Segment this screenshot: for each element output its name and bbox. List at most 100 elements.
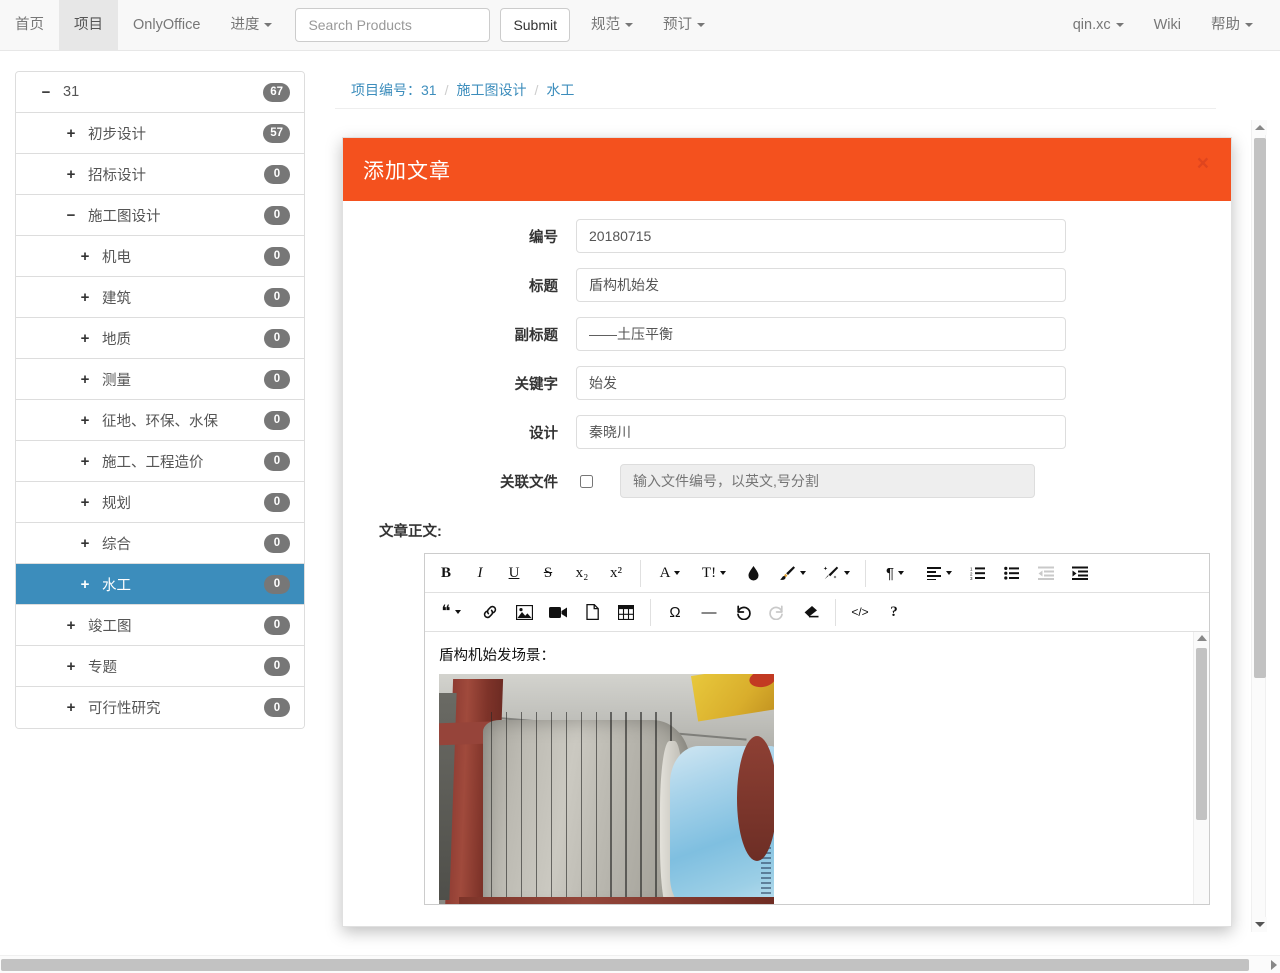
quote-icon[interactable]: ❝ <box>429 597 473 628</box>
nav-item-qin.xc[interactable]: qin.xc <box>1058 0 1139 50</box>
nav-item-首页[interactable]: 首页 <box>0 0 59 50</box>
scroll-right-arrow-icon[interactable] <box>1271 960 1277 970</box>
expand-icon[interactable]: + <box>78 454 92 469</box>
tree-item-13[interactable]: + 竣工图 0 <box>16 605 304 646</box>
project-tree-sidebar: −31 67 + 初步设计 57 + 招标设计 0− 施工图设计 0 + 机电 0 + 建筑 0 + 地质 0 + 测量… <box>15 71 305 729</box>
breadcrumb-item-0[interactable]: 项目编号：31 <box>351 80 437 100</box>
expand-icon[interactable]: + <box>78 249 92 264</box>
nav-item-规范[interactable]: 规范 <box>576 0 648 50</box>
search-input[interactable] <box>295 8 491 42</box>
background-color-icon[interactable] <box>770 558 814 589</box>
editor-content-area[interactable]: 盾构机始发场景： <box>425 632 1209 904</box>
expand-icon[interactable]: + <box>78 290 92 305</box>
paragraph-format-icon[interactable]: ¶ <box>873 558 917 589</box>
modal-scroll-down-button[interactable] <box>1252 917 1267 932</box>
form-input-4[interactable] <box>576 415 1066 449</box>
outdent-icon[interactable] <box>1029 558 1063 589</box>
nav-item-onlyoffice[interactable]: OnlyOffice <box>118 0 215 50</box>
editor-scrollbar-thumb[interactable] <box>1196 648 1207 820</box>
form-input-1[interactable] <box>576 268 1066 302</box>
toolbar-separator <box>835 598 836 626</box>
text-color-icon[interactable] <box>736 558 770 589</box>
editor-inserted-image[interactable] <box>439 674 774 904</box>
insert-file-icon[interactable] <box>575 597 609 628</box>
modal-scrollbar-thumb[interactable] <box>1254 138 1266 678</box>
redo-icon[interactable] <box>760 597 794 628</box>
tree-item-11[interactable]: + 综合 0 <box>16 523 304 564</box>
close-icon[interactable]: × <box>1191 152 1215 175</box>
tree-item-3[interactable]: − 施工图设计 0 <box>16 195 304 236</box>
link-icon[interactable] <box>473 597 507 628</box>
tree-item-2[interactable]: + 招标设计 0 <box>16 154 304 195</box>
expand-icon[interactable]: + <box>64 659 78 674</box>
underline-icon[interactable]: U <box>497 558 531 589</box>
tree-item-12[interactable]: + 水工 0 <box>16 564 304 605</box>
font-size-icon[interactable]: T! <box>692 558 736 589</box>
modal-scroll-up-button[interactable] <box>1252 120 1267 135</box>
expand-icon[interactable]: + <box>64 126 78 141</box>
form-input-0[interactable] <box>576 219 1066 253</box>
collapse-icon[interactable]: − <box>64 208 78 223</box>
submit-button[interactable]: Submit <box>500 8 571 42</box>
nav-item-wiki[interactable]: Wiki <box>1139 0 1196 50</box>
related-file-checkbox[interactable] <box>580 474 593 488</box>
photo-drum-rib <box>580 711 583 904</box>
subscript-icon[interactable]: x₂ <box>565 558 599 589</box>
tree-item-5[interactable]: + 建筑 0 <box>16 277 304 318</box>
horizontal-line-icon[interactable]: — <box>692 597 726 628</box>
expand-icon[interactable]: + <box>78 372 92 387</box>
special-character-icon[interactable]: Ω <box>658 597 692 628</box>
tree-item-1[interactable]: + 初步设计 57 <box>16 113 304 154</box>
related-file-input[interactable] <box>620 464 1035 498</box>
horizontal-scrollbar-thumb[interactable] <box>1 959 1249 971</box>
scroll-up-arrow-icon[interactable] <box>1197 635 1207 641</box>
collapse-icon[interactable]: − <box>39 85 53 100</box>
tree-item-4[interactable]: + 机电 0 <box>16 236 304 277</box>
insert-table-icon[interactable] <box>609 597 643 628</box>
tree-item-0[interactable]: −31 67 <box>16 72 304 113</box>
nav-item-预订[interactable]: 预订 <box>648 0 720 50</box>
undo-icon[interactable] <box>726 597 760 628</box>
help-icon[interactable]: ? <box>877 597 911 628</box>
ordered-list-icon[interactable]: 123 <box>961 558 995 589</box>
expand-icon[interactable]: + <box>78 536 92 551</box>
expand-icon[interactable]: + <box>64 167 78 182</box>
font-family-icon[interactable]: A <box>648 558 692 589</box>
bold-icon[interactable]: B <box>429 558 463 589</box>
unordered-list-icon[interactable] <box>995 558 1029 589</box>
form-input-3[interactable] <box>576 366 1066 400</box>
expand-icon[interactable]: + <box>64 618 78 633</box>
nav-item-帮助[interactable]: 帮助 <box>1196 0 1268 50</box>
tree-item-8[interactable]: + 征地、环保、水保 0 <box>16 400 304 441</box>
tree-item-9[interactable]: + 施工、工程造价 0 <box>16 441 304 482</box>
expand-icon[interactable]: + <box>64 700 78 715</box>
expand-icon[interactable]: + <box>78 577 92 592</box>
paragraph-format-icon-glyph: ¶ <box>885 564 895 582</box>
tree-item-6[interactable]: + 地质 0 <box>16 318 304 359</box>
tree-item-14[interactable]: + 专题 0 <box>16 646 304 687</box>
nav-item-项目[interactable]: 项目 <box>59 0 118 50</box>
tree-item-15[interactable]: + 可行性研究 0 <box>16 687 304 728</box>
code-view-icon[interactable]: </> <box>843 597 877 628</box>
modal-vertical-scrollbar[interactable] <box>1251 120 1267 932</box>
italic-icon[interactable]: I <box>463 558 497 589</box>
indent-icon[interactable] <box>1063 558 1097 589</box>
breadcrumb-item-1[interactable]: 施工图设计 <box>456 80 526 100</box>
expand-icon[interactable]: + <box>78 495 92 510</box>
insert-video-icon[interactable] <box>541 597 575 628</box>
insert-image-icon[interactable] <box>507 597 541 628</box>
expand-icon[interactable]: + <box>78 413 92 428</box>
breadcrumb-item-2[interactable]: 水工 <box>546 80 574 100</box>
nav-item-进度[interactable]: 进度 <box>215 0 287 50</box>
form-input-2[interactable] <box>576 317 1066 351</box>
tree-item-7[interactable]: + 测量 0 <box>16 359 304 400</box>
clear-formatting-icon[interactable] <box>814 558 858 589</box>
page-horizontal-scrollbar[interactable] <box>0 955 1280 973</box>
superscript-icon[interactable]: x² <box>599 558 633 589</box>
clear-icon[interactable] <box>794 597 828 628</box>
expand-icon[interactable]: + <box>78 331 92 346</box>
align-icon[interactable] <box>917 558 961 589</box>
strikethrough-icon[interactable]: S <box>531 558 565 589</box>
tree-item-10[interactable]: + 规划 0 <box>16 482 304 523</box>
editor-vertical-scrollbar[interactable] <box>1193 632 1209 904</box>
